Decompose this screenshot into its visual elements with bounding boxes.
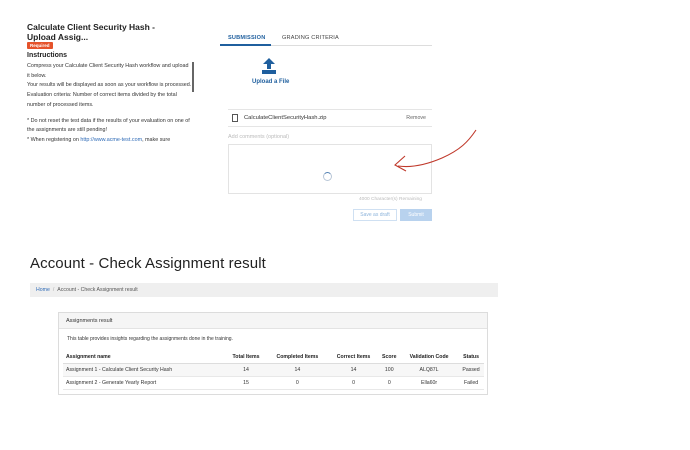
instruction-line: Your results will be displayed as soon a…	[27, 82, 192, 89]
cell-status: Passed	[458, 363, 484, 377]
comments-placeholder: Add comments (optional)	[228, 134, 290, 140]
column-header: Validation Code	[400, 351, 459, 364]
column-header: Total Items	[225, 351, 267, 364]
breadcrumb-separator: /	[52, 287, 55, 293]
file-icon	[232, 114, 238, 122]
cell-correct-items: 0	[328, 376, 379, 390]
breadcrumb-home[interactable]: Home	[36, 287, 50, 293]
column-header: Correct Items	[328, 351, 379, 364]
cell-total-items: 14	[225, 363, 267, 377]
table-row: Assignment 2 - Generate Yearly Report 15…	[63, 376, 484, 390]
card-title: Assignments result	[59, 313, 487, 329]
card-description: This table provides insights regarding t…	[67, 336, 233, 342]
tab-submission[interactable]: SUBMISSION	[219, 35, 272, 46]
cell-validation-code: Ella60r	[400, 376, 459, 390]
cell-total-items: 15	[225, 376, 267, 390]
required-badge: Required	[27, 42, 53, 49]
annotation-arrow-icon	[394, 129, 477, 172]
cell-completed-items: 0	[266, 376, 329, 390]
characters-remaining: 4000 Character(s) Remaining	[359, 197, 422, 202]
instruction-note: * Do not reset the test data if the resu…	[27, 117, 190, 134]
breadcrumb: Home / Account - Check Assignment result	[30, 283, 498, 297]
cell-correct-items: 14	[328, 363, 379, 377]
save-draft-button[interactable]: Save as draft	[353, 209, 397, 221]
instruction-line: Compress your Calculate Client Security …	[27, 63, 189, 79]
acme-test-link[interactable]: http://www.acme-test.com	[80, 137, 142, 143]
table-row: Assignment 1 - Calculate Client Security…	[63, 363, 484, 377]
instruction-note-register: * When registering on http://www.acme-te…	[27, 136, 192, 146]
instructions-scrollbar[interactable]	[192, 62, 194, 92]
cell-assignment-name: Assignment 1 - Calculate Client Security…	[63, 363, 226, 377]
note-prefix: * When registering on	[27, 136, 81, 143]
tab-grading-criteria[interactable]: GRADING CRITERIA	[282, 35, 339, 41]
table-header-row: Assignment name Total Items Completed It…	[63, 351, 484, 364]
page-title: Account - Check Assignment result	[30, 255, 266, 272]
instructions-heading: Instructions	[27, 52, 68, 59]
instruction-line: Evaluation criteria: Number of correct i…	[27, 92, 177, 108]
assignments-result-card: Assignments result This table provides i…	[58, 312, 488, 395]
cell-status: Failed	[458, 376, 484, 390]
column-header: Completed Items	[266, 351, 329, 364]
note-suffix: , make sure	[142, 136, 171, 143]
cell-score: 100	[378, 363, 401, 377]
loading-spinner-icon	[323, 172, 332, 181]
column-header: Score	[378, 351, 401, 364]
assignment-title: Calculate Client Security Hash - Upload …	[27, 22, 156, 42]
column-header: Assignment name	[63, 351, 226, 364]
instructions-text: Compress your Calculate Client Security …	[27, 62, 192, 158]
submit-button[interactable]: Submit	[400, 209, 432, 221]
column-header: Status	[458, 351, 484, 364]
breadcrumb-current: Account - Check Assignment result	[57, 287, 138, 293]
uploaded-file-row: CalculateClientSecurityHash.zip Remove	[228, 109, 432, 127]
submission-tabs: SUBMISSION GRADING CRITERIA	[219, 32, 432, 46]
remove-file-button[interactable]: Remove	[406, 115, 426, 121]
file-name: CalculateClientSecurityHash.zip	[244, 115, 327, 121]
cell-validation-code: ALQ87L	[400, 363, 459, 377]
upload-file-link[interactable]: Upload a File	[252, 79, 289, 85]
cell-completed-items: 14	[266, 363, 329, 377]
cell-assignment-name: Assignment 2 - Generate Yearly Report	[63, 376, 226, 390]
cell-score: 0	[378, 376, 401, 390]
upload-icon[interactable]	[262, 58, 276, 74]
results-table: Assignment name Total Items Completed It…	[63, 351, 484, 390]
